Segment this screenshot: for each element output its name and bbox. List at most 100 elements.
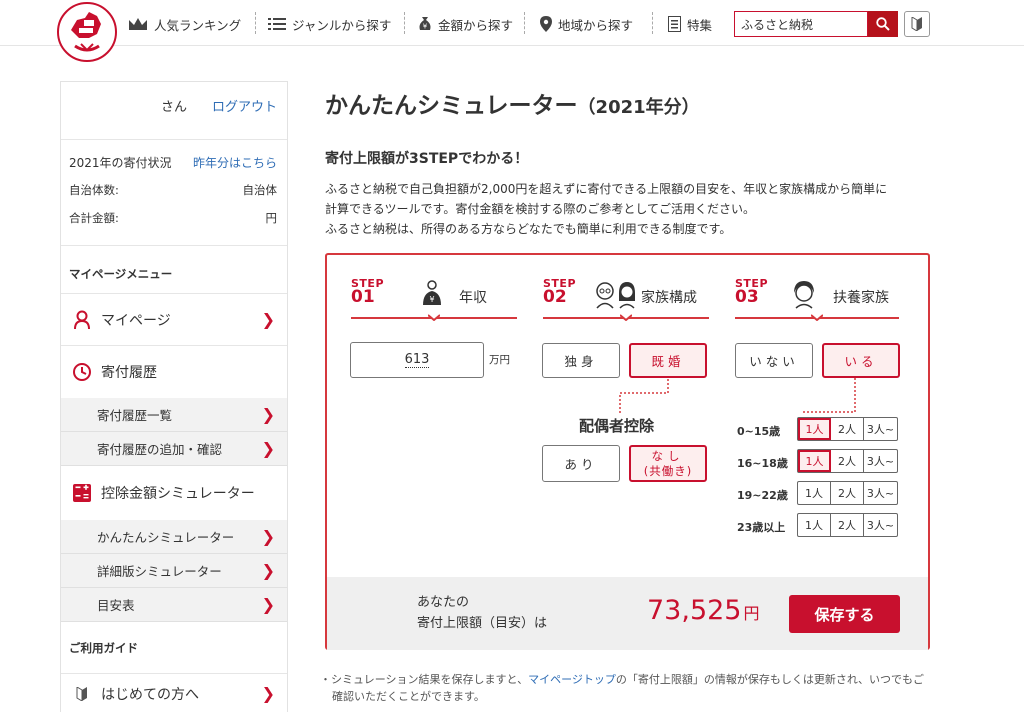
- last-year-link[interactable]: 昨年分はこちら: [193, 154, 277, 171]
- count-option[interactable]: 1人: [798, 514, 831, 536]
- chevron-right-icon: ❯: [261, 527, 275, 546]
- page-title: かんたんシミュレーター（2021年分）: [325, 86, 700, 120]
- count-option[interactable]: 2人: [831, 418, 864, 440]
- search-input[interactable]: [734, 11, 868, 37]
- chevron-right-icon: ❯: [261, 684, 275, 703]
- sidebar-item-deduction-sim[interactable]: 控除金額シミュレーター: [61, 466, 287, 520]
- married-button[interactable]: 既婚: [629, 343, 707, 378]
- age-group-label: 23歳以上: [737, 521, 786, 534]
- result-amount: 73,525: [647, 595, 742, 626]
- spouse-no-label: なし: [651, 448, 685, 463]
- step-number: 02: [543, 287, 567, 307]
- page-title-year: （2021年分）: [577, 97, 700, 118]
- step-notch: [620, 314, 632, 321]
- beginner-mark-icon: [911, 17, 922, 31]
- step-number: 01: [351, 287, 375, 307]
- nav-region[interactable]: 地域から探す: [540, 14, 633, 34]
- history-icon: [71, 361, 93, 383]
- description-line: ふるさと納税は、所得のある方ならどなたでも簡単に利用できる制度です。: [325, 222, 732, 236]
- sidebar-sub-history-add[interactable]: 寄付履歴の追加・確認 ❯: [61, 432, 287, 466]
- site-logo[interactable]: [57, 2, 117, 62]
- count-option[interactable]: 1人: [798, 450, 831, 472]
- chevron-right-icon: ❯: [261, 561, 275, 580]
- search-button[interactable]: [868, 11, 898, 37]
- spouse-yes-button[interactable]: あり: [542, 445, 620, 482]
- furusato-logo-icon: [61, 6, 113, 58]
- nav-region-label: 地域から探す: [558, 17, 634, 33]
- result-caption-line: あなたの: [417, 595, 470, 610]
- user-info: さん ログアウト: [61, 82, 287, 140]
- sidebar-item-first-time[interactable]: はじめての方へ ❯: [61, 674, 287, 712]
- sidebar-sub-label: 寄付履歴一覧: [97, 408, 173, 423]
- count-option[interactable]: 3人~: [864, 482, 897, 504]
- municipalities-value: 自治体: [242, 183, 278, 197]
- svg-text:¥: ¥: [429, 295, 434, 304]
- sidebar-sub-easy-sim[interactable]: かんたんシミュレーター ❯: [61, 520, 287, 554]
- logout-link[interactable]: ログアウト: [212, 96, 277, 115]
- spouse-deduction-title: 配偶者控除: [579, 417, 655, 435]
- person-icon: [71, 309, 93, 331]
- sidebar-sub-detail-sim[interactable]: 詳細版シミュレーター ❯: [61, 554, 287, 588]
- income-value: 613: [404, 352, 430, 368]
- age-group-selector: 1人 2人 3人~: [797, 449, 898, 473]
- sidebar-item-mypage[interactable]: マイページ ❯: [61, 294, 287, 346]
- step-family: STEP 02 家族構成: [543, 273, 709, 323]
- nav-amount-label: 金額から探す: [438, 17, 514, 33]
- spouse-no-button[interactable]: なし (共働き): [629, 445, 707, 482]
- connector-line: [619, 379, 669, 413]
- dependents-no-button[interactable]: いない: [735, 343, 813, 378]
- page-subtitle: 寄付上限額が3STEPでわかる！: [325, 151, 529, 167]
- mypage-menu-title: マイページメニュー: [61, 246, 287, 294]
- step-notch: [811, 314, 823, 321]
- nav-genre[interactable]: ジャンルから探す: [268, 14, 391, 34]
- step-income: STEP 01 ¥ 年収: [351, 273, 517, 323]
- nav-ranking[interactable]: 人気ランキング: [128, 14, 241, 34]
- step-dependents: STEP 03 扶養家族: [735, 273, 899, 323]
- calculator-icon: [71, 482, 93, 504]
- age-group-label: 16~18歳: [737, 457, 788, 470]
- nav-amount[interactable]: ¥ 金額から探す: [418, 14, 513, 34]
- crown-icon: [129, 18, 147, 30]
- usage-guide-title: ご利用ガイド: [61, 622, 287, 674]
- sidebar-sub-history-list[interactable]: 寄付履歴一覧 ❯: [61, 398, 287, 432]
- nav-feature[interactable]: 特集: [668, 14, 712, 34]
- save-button[interactable]: 保存する: [789, 595, 900, 633]
- sidebar-sub-label: 詳細版シミュレーター: [97, 564, 222, 579]
- total-value: 円: [265, 211, 278, 225]
- total-label: 合計金額:: [69, 211, 119, 225]
- count-option[interactable]: 3人~: [864, 418, 897, 440]
- sidebar-item-history[interactable]: 寄付履歴: [61, 346, 287, 398]
- sidebar-sub-guide-table[interactable]: 目安表 ❯: [61, 588, 287, 622]
- age-group-selector: 1人 2人 3人~: [797, 481, 898, 505]
- svg-text:¥: ¥: [423, 23, 428, 31]
- income-unit: 万円: [489, 354, 510, 366]
- result-unit: 円: [743, 604, 760, 623]
- count-option[interactable]: 3人~: [864, 450, 897, 472]
- money-bag-icon: ¥: [419, 17, 431, 31]
- municipalities-label: 自治体数:: [69, 183, 119, 197]
- result-caption-line: 寄付上限額（目安）は: [417, 616, 548, 631]
- count-option[interactable]: 2人: [831, 450, 864, 472]
- simulator-panel: STEP 01 ¥ 年収 STEP 02 家族構成 STEP 03 扶養家族 613 …: [325, 253, 930, 650]
- beginner-mark-icon: [71, 683, 93, 705]
- sidebar-item-label: 寄付履歴: [101, 365, 157, 381]
- sidebar-sub-label: 寄付履歴の追加・確認: [97, 442, 223, 457]
- nav-feature-label: 特集: [687, 17, 713, 33]
- status-title: 2021年の寄付状況: [69, 156, 172, 170]
- dependents-yes-button[interactable]: いる: [822, 343, 900, 378]
- count-option[interactable]: 3人~: [864, 514, 897, 536]
- guide-button[interactable]: [904, 11, 930, 37]
- user-name: さん: [161, 100, 188, 115]
- count-option[interactable]: 2人: [831, 482, 864, 504]
- count-option[interactable]: 2人: [831, 514, 864, 536]
- nav-divider: [524, 12, 525, 34]
- nav-divider: [255, 12, 256, 34]
- note-text: シミュレーション結果を保存しますと、: [331, 673, 529, 686]
- note-text: の「寄付上限額」の情報が保存もしくは更新され、いつでもご: [615, 673, 925, 686]
- count-option[interactable]: 1人: [798, 482, 831, 504]
- count-option[interactable]: 1人: [798, 418, 831, 440]
- mypage-top-link[interactable]: マイページトップ: [528, 673, 616, 686]
- income-input[interactable]: 613: [350, 342, 484, 378]
- single-button[interactable]: 独身: [542, 343, 620, 378]
- step-title: 家族構成: [641, 290, 697, 306]
